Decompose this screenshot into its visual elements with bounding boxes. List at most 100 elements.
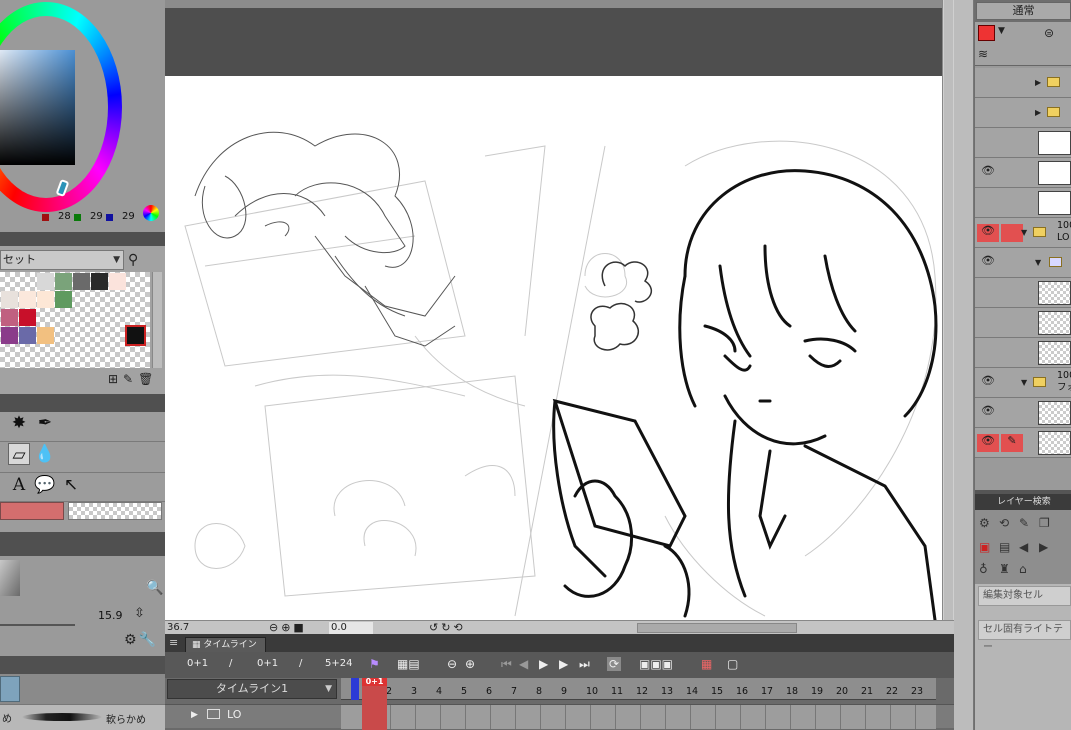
editing-cel-field[interactable]: 編集対象セル [978,586,1071,606]
wrench-icon[interactable]: ⚲ [128,252,138,268]
frame-number[interactable]: 19 [811,686,823,697]
play-icon[interactable]: ▶ [539,657,548,671]
layer-color-swatch[interactable] [978,25,995,41]
track-row[interactable]: ▶ LO [165,704,954,729]
eraser-icon[interactable]: ▱ [8,443,30,465]
layer-row[interactable] [975,278,1071,308]
chevron-down-icon[interactable]: ▼ [998,26,1005,36]
frame-number[interactable]: 11 [611,686,623,697]
canvas-paper[interactable] [165,76,942,620]
frame-number[interactable]: 17 [761,686,773,697]
layer-row[interactable]: ▶ [975,98,1071,128]
frame-number[interactable]: 13 [661,686,673,697]
frame-number[interactable]: 22 [886,686,898,697]
frame-number[interactable]: 7 [511,686,517,697]
color-swatch[interactable] [125,325,146,346]
canvas-horizontal-scroll-thumb[interactable] [637,623,797,633]
expand-arrow-icon[interactable]: ▼ [1021,378,1027,387]
eye-icon[interactable] [977,74,999,92]
layer-row[interactable]: 👁 ▼ 100 LO [975,218,1071,248]
pressure-icon[interactable]: ⇳ [134,606,145,621]
bulb-icon[interactable]: ♁ [979,562,988,576]
color-swatch[interactable] [91,273,108,290]
eye-icon[interactable]: 👁 [977,374,999,392]
frame-number[interactable]: 5 [461,686,467,697]
color-swatch[interactable] [37,291,54,308]
cell-icon[interactable]: ⌂ [1019,562,1027,576]
layer-row[interactable]: 👁 ✎ [975,428,1071,458]
eye-icon[interactable] [977,344,999,362]
light-table-icon[interactable]: ▦ [701,657,712,671]
cel-light-table-field[interactable]: セル固有ライトテー [978,620,1071,653]
color-swatch[interactable] [1,291,18,308]
copy-icon[interactable]: ❐ [1039,516,1050,530]
zoom-in-icon[interactable]: ⊕ [465,657,475,671]
eye-icon[interactable] [977,284,999,302]
settings-icons[interactable]: ⚙🔧 [124,632,158,648]
expand-arrow-icon[interactable]: ▼ [1035,258,1041,267]
color-swatch[interactable] [19,309,36,326]
flag-icon[interactable]: ⚑ [369,657,380,671]
color-swatch[interactable] [109,273,126,290]
new-vector-layer-icon[interactable]: ▤ [999,540,1010,554]
blend-mode-select[interactable]: 通常 [976,2,1071,20]
expand-arrow-icon[interactable]: ▼ [1021,228,1027,237]
frame-number[interactable]: 21 [861,686,873,697]
tab-timeline[interactable]: ▦ タイムライン [185,637,266,652]
balloon-icon[interactable]: 💬 [34,474,56,496]
layer-stack-icon[interactable]: ≋ [978,47,988,61]
first-frame-icon[interactable]: ⏮ [501,657,512,672]
eye-icon[interactable] [977,314,999,332]
color-swatch[interactable] [37,327,54,344]
zoom-out-icon[interactable]: ⊖ [447,657,457,671]
color-swatch[interactable] [55,291,72,308]
frame-number[interactable]: 9 [561,686,567,697]
edit-target-icon[interactable]: ✎ [1001,434,1023,452]
move-left-icon[interactable]: ◀ [1019,540,1028,554]
eye-icon[interactable]: 👁 [977,164,999,182]
layer-row[interactable] [975,128,1071,158]
sparkle-tool-icon[interactable]: ✸ [8,412,30,434]
frame-number[interactable]: 15 [711,686,723,697]
frame-number[interactable]: 23 [911,686,923,697]
layer-row[interactable]: ▶ [975,68,1071,98]
clip-icon[interactable]: ✎ [1019,516,1029,530]
color-swatch-grid[interactable] [0,272,150,368]
new-raster-layer-icon[interactable]: ▣ [979,540,990,554]
expand-arrow-icon[interactable]: ▶ [191,710,198,720]
color-swatch[interactable] [19,291,36,308]
layer-row[interactable] [975,308,1071,338]
zoom-icon[interactable]: 🔍 [146,580,163,596]
brush-stroke-row[interactable]: め 軟らかめ [0,704,165,730]
onion-skin-icon[interactable]: ▣▣▣ [639,657,673,671]
lock-icon[interactable]: ⚙ [979,516,990,530]
frame-number[interactable]: 8 [536,686,542,697]
tab-layer-search[interactable]: レイヤー検索 [975,494,1071,510]
brush-size-button[interactable] [0,676,20,702]
eye-icon[interactable]: 👁 [977,224,999,242]
prev-frame-icon[interactable]: ◀ [519,657,528,671]
rotate-buttons[interactable]: ↺↻⟲ [429,621,466,634]
color-swatch[interactable] [37,273,54,290]
next-frame-icon[interactable]: ▶ [559,657,568,671]
cel-icon[interactable]: ▢ [727,657,738,671]
transparent-color-bar[interactable] [68,502,162,520]
color-swatch[interactable] [73,273,90,290]
color-swatch[interactable] [1,309,18,326]
correction-line-icon[interactable]: ↖ [60,474,82,496]
brush-size-slider[interactable] [0,624,75,626]
frame-number[interactable]: 18 [786,686,798,697]
ref-icon[interactable]: ⟲ [999,516,1009,530]
main-color-bar[interactable] [0,502,64,520]
frame-number[interactable]: 20 [836,686,848,697]
edit-target-icon[interactable] [1001,224,1023,242]
work-area-start-marker[interactable] [351,678,359,700]
text-tool-icon[interactable]: A [8,474,30,496]
brush-size-value[interactable]: 15.9 [98,609,123,622]
zoom-buttons[interactable]: ⊖⊕■ [269,621,307,634]
layer-row[interactable] [975,338,1071,368]
layer-row[interactable]: 👁 ▼ 100 フォ [975,368,1071,398]
eye-icon[interactable]: 👁 [977,434,999,452]
color-swatch[interactable] [55,273,72,290]
frame-number[interactable]: 12 [636,686,648,697]
